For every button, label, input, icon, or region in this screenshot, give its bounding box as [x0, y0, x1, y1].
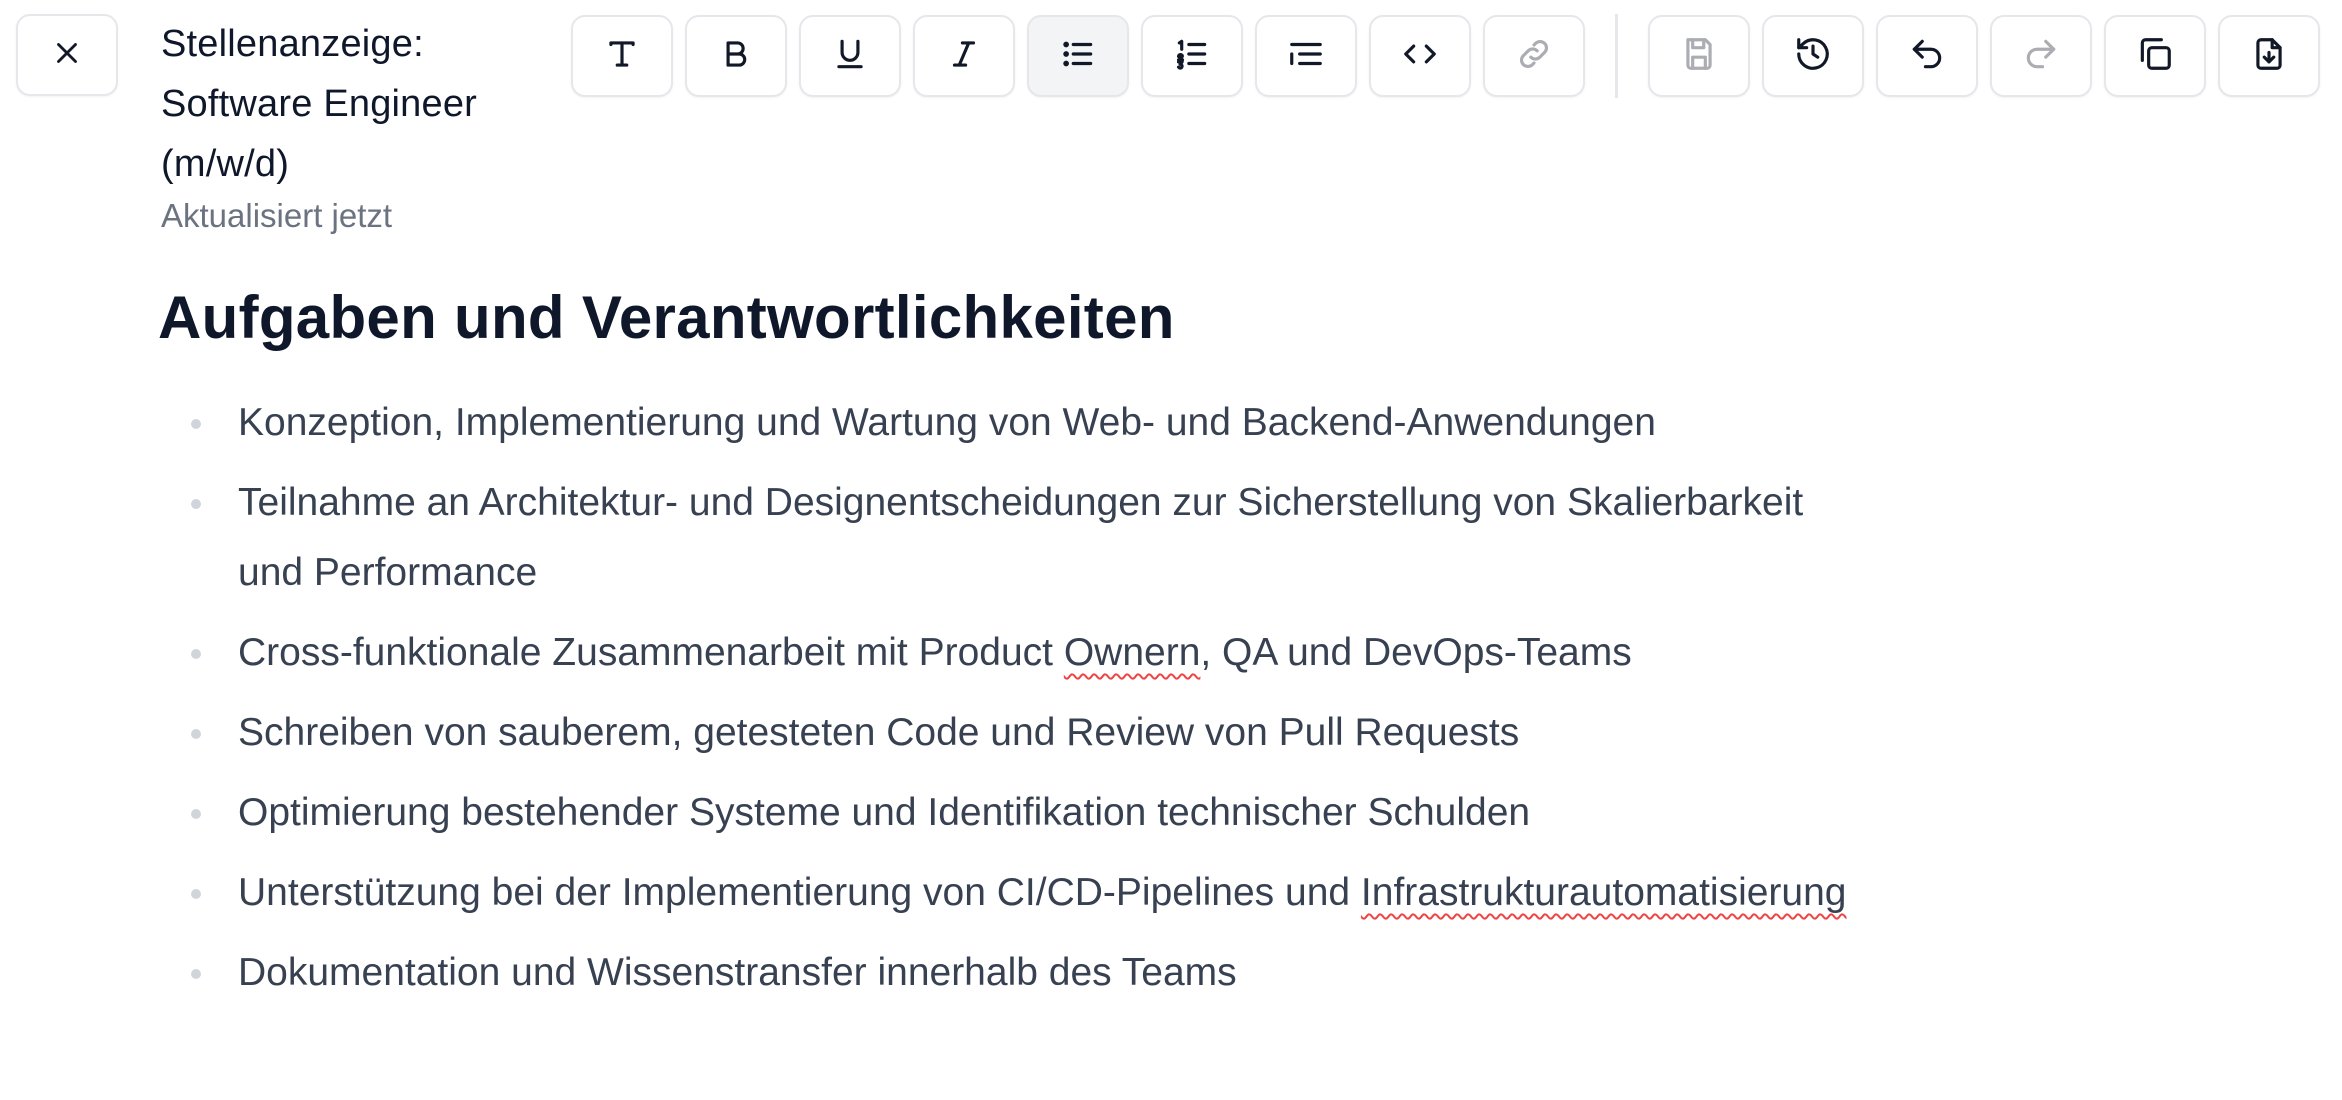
list-item[interactable]: Schreiben von sauberem, getesteten Code …: [158, 698, 1858, 768]
export-button[interactable]: [2218, 15, 2320, 97]
list-item[interactable]: Teilnahme an Architektur- und Designents…: [158, 468, 1858, 608]
italic-button[interactable]: [913, 15, 1015, 97]
copy-icon: [2136, 35, 2174, 78]
link-icon: [1515, 35, 1553, 78]
list-item[interactable]: Unterstützung bei der Implementierung vo…: [158, 858, 1858, 928]
list-item[interactable]: Dokumentation und Wissenstransfer innerh…: [158, 938, 1858, 1008]
list-item-text: Optimierung bestehender Systeme und Iden…: [238, 791, 1531, 834]
italic-icon: [945, 35, 983, 78]
underline-icon: [831, 35, 869, 78]
save-button[interactable]: [1648, 15, 1750, 97]
section-heading[interactable]: Aufgaben und Verantwortlichkeiten: [158, 276, 1858, 360]
copy-button[interactable]: [2104, 15, 2206, 97]
list-item-text: Unterstützung bei der Implementierung vo…: [238, 871, 1361, 914]
save-status: Aktualisiert jetzt: [161, 197, 393, 234]
history-button[interactable]: [1762, 15, 1864, 97]
bold-button[interactable]: [685, 15, 787, 97]
list-item[interactable]: Optimierung bestehender Systeme und Iden…: [158, 778, 1858, 848]
undo-button[interactable]: [1876, 15, 1978, 97]
list-item-text: Dokumentation und Wissenstransfer innerh…: [238, 951, 1237, 994]
code-icon: [1401, 35, 1439, 78]
responsibilities-list[interactable]: Konzeption, Implementierung und Wartung …: [158, 388, 1858, 1008]
link-button[interactable]: [1483, 15, 1585, 97]
redo-icon: [2022, 35, 2060, 78]
text-style-button[interactable]: [571, 15, 673, 97]
numbered-list-button[interactable]: [1141, 15, 1243, 97]
misspelled-word[interactable]: Ownern: [1064, 631, 1201, 674]
document-title[interactable]: Stellenanzeige: Software Engineer (m/w/d…: [161, 14, 541, 194]
bold-icon: [717, 35, 755, 78]
indent-list-button[interactable]: [1255, 15, 1357, 97]
numbered-list-icon: [1173, 35, 1211, 78]
indent-list-icon: [1287, 35, 1325, 78]
document-meta: Stellenanzeige: Software Engineer (m/w/d…: [161, 14, 541, 236]
text-icon: [603, 35, 641, 78]
file-download-icon: [2250, 35, 2288, 78]
editor-page: Stellenanzeige: Software Engineer (m/w/d…: [0, 0, 2342, 1100]
formatting-toolbar: [571, 14, 2332, 98]
bullet-list-button[interactable]: [1027, 15, 1129, 97]
list-item-text: Cross-funktionale Zusammenarbeit mit Pro…: [238, 631, 1064, 674]
document-body[interactable]: Aufgaben und Verantwortlichkeiten Konzep…: [158, 276, 1858, 1018]
redo-button[interactable]: [1990, 15, 2092, 97]
code-button[interactable]: [1369, 15, 1471, 97]
list-item[interactable]: Konzeption, Implementierung und Wartung …: [158, 388, 1858, 458]
list-item-text: , QA und DevOps-Teams: [1200, 631, 1632, 674]
undo-icon: [1908, 35, 1946, 78]
close-button[interactable]: [16, 14, 118, 96]
history-icon: [1794, 35, 1832, 78]
list-item-text: Schreiben von sauberem, getesteten Code …: [238, 711, 1520, 754]
list-item-text: Teilnahme an Architektur- und Designents…: [238, 481, 1804, 594]
misspelled-word[interactable]: Infrastrukturautomatisierung: [1361, 871, 1847, 914]
bullet-list-icon: [1059, 35, 1097, 78]
save-icon: [1680, 35, 1718, 78]
underline-button[interactable]: [799, 15, 901, 97]
list-item[interactable]: Cross-funktionale Zusammenarbeit mit Pro…: [158, 618, 1858, 688]
close-icon: [50, 36, 84, 75]
toolbar-divider: [1615, 14, 1618, 98]
list-item-text: Konzeption, Implementierung und Wartung …: [238, 401, 1656, 444]
